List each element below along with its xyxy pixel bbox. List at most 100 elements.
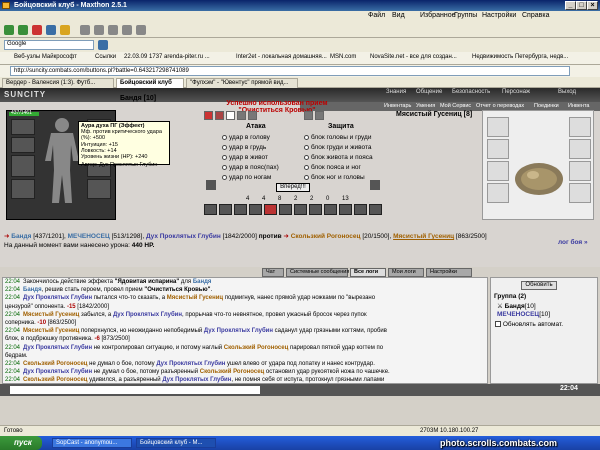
chat-name[interactable]: Дух Проклятых Глубин — [23, 295, 92, 301]
search-input[interactable]: Google — [4, 40, 94, 50]
trick-icon[interactable] — [339, 204, 352, 215]
mail-icon[interactable] — [108, 25, 118, 35]
chat-name[interactable]: -15 — [67, 304, 76, 310]
fav-link[interactable]: NovaSite.net - все для создан... — [370, 54, 457, 60]
stop-icon[interactable] — [32, 25, 42, 35]
chat-name[interactable]: "Очиститься Кровью" — [144, 287, 210, 293]
team2-player[interactable]: Мясистый Гусениц — [393, 233, 454, 240]
chat-name[interactable]: -10 — [37, 320, 46, 326]
defense-option[interactable]: блок головы и груди — [304, 133, 373, 143]
team1-player[interactable]: МЕЧЕНОСЕЦ — [68, 233, 110, 240]
close-button[interactable]: × — [587, 1, 598, 10]
nav-knowledge[interactable]: Знания — [386, 89, 406, 95]
taskbar-item[interactable]: SopCast - anonymou... — [52, 438, 132, 448]
address-input[interactable]: http://suncity.combats.com/buttons.pl?ba… — [10, 66, 570, 76]
attack-option[interactable]: удар в голову — [222, 133, 279, 143]
trick-icon[interactable] — [204, 204, 217, 215]
tab-my-logs[interactable]: Мои логи — [388, 268, 424, 277]
radio-icon[interactable] — [304, 174, 309, 180]
trick-icon[interactable] — [369, 204, 382, 215]
chat-name[interactable]: Мясистый Гусениц — [23, 328, 79, 334]
group-member[interactable]: МЕЧЕНОСЕЦ[10] — [497, 311, 550, 318]
trick-icon[interactable] — [219, 204, 232, 215]
member-name[interactable]: МЕЧЕНОСЕЦ — [497, 311, 539, 318]
chat-name[interactable]: Дух Проклятых Глубин — [204, 328, 273, 334]
subnav-skills[interactable]: Умения — [416, 103, 435, 109]
chat-name[interactable]: Дух Проклятых Глубин — [113, 312, 182, 318]
member-name[interactable]: Бандя — [505, 303, 525, 310]
attack-option[interactable]: удар в живот — [222, 153, 279, 163]
trick-icon[interactable] — [324, 204, 337, 215]
go-button[interactable]: Вперед!!! — [276, 183, 310, 192]
start-button[interactable]: пуск — [0, 436, 42, 450]
player2-name[interactable]: Мясистый Гусениц [8] — [396, 111, 472, 118]
chat-name[interactable]: Дух Проклятых Глубин — [156, 361, 225, 367]
chat-name[interactable]: Скользкий Рогоносец — [224, 345, 288, 351]
radio-icon[interactable] — [222, 154, 227, 160]
chat-name[interactable]: Дух Проклятых Глубин — [23, 369, 92, 375]
equip-slot[interactable] — [11, 119, 35, 135]
chat-name[interactable]: Бандя — [23, 287, 42, 293]
effect-icon[interactable] — [304, 111, 313, 120]
forward-icon[interactable] — [18, 25, 28, 35]
checkbox[interactable] — [495, 321, 501, 328]
effect-icon[interactable] — [226, 111, 235, 120]
tab-settings[interactable]: Настройки — [426, 268, 472, 277]
menu-favorites[interactable]: Избранное — [420, 12, 455, 19]
equip-slot[interactable] — [487, 183, 509, 203]
browser-tab-active[interactable]: Бойцовский клуб — [116, 78, 184, 88]
battle-log-link[interactable]: лог боя » — [558, 239, 588, 246]
defense-option[interactable]: блок пояса и ног — [304, 163, 373, 173]
chat-name[interactable]: Мясистый Гусениц — [23, 312, 79, 318]
attack-option[interactable]: удар по ногам — [222, 173, 279, 183]
defense-option[interactable]: блок груди и живота — [304, 143, 373, 153]
chat-name[interactable]: Скользкий Рогоносец — [23, 377, 87, 383]
equip-slot[interactable] — [11, 179, 35, 199]
subnav-transfers[interactable]: Отчет о переводах — [476, 103, 524, 109]
subnav-battles[interactable]: Поединки — [534, 103, 559, 109]
trick-icon[interactable] — [264, 204, 277, 215]
equip-slot[interactable] — [11, 155, 35, 177]
nav-character[interactable]: Персонаж — [502, 89, 530, 95]
equip-slot[interactable] — [569, 117, 591, 137]
chat-input[interactable] — [10, 386, 260, 394]
refresh-icon[interactable] — [46, 25, 56, 35]
team2-player[interactable]: Скользкий Рогоносец — [291, 233, 361, 240]
radio-icon[interactable] — [304, 154, 309, 160]
chat-name[interactable]: Скользкий Рогоносец — [200, 369, 264, 375]
defense-option[interactable]: блок ног и головы — [304, 173, 373, 183]
nav-exit[interactable]: Выход — [558, 89, 576, 95]
fav-link[interactable]: Ссылки — [95, 54, 116, 60]
browser-tab[interactable]: Вердер - Валенсия (1:3). Футб... — [2, 78, 114, 88]
equip-slot[interactable] — [487, 161, 509, 181]
team1-player[interactable]: Бандя — [11, 233, 31, 240]
radio-icon[interactable] — [222, 164, 227, 170]
trick-icon[interactable] — [309, 204, 322, 215]
defense-option[interactable]: блок живота и пояса — [304, 153, 373, 163]
attack-option[interactable]: удар в грудь — [222, 143, 279, 153]
search-icon[interactable] — [98, 40, 108, 50]
fav-link[interactable]: Inter2et - локальная домашняя... — [236, 54, 327, 60]
auto-update-option[interactable]: Обновлять автомат. — [495, 321, 563, 328]
radio-icon[interactable] — [304, 134, 309, 140]
tools-icon[interactable] — [136, 25, 146, 35]
taskbar-item[interactable]: Бойцовский клуб - M... — [136, 438, 216, 448]
trick-icon[interactable] — [249, 204, 262, 215]
radio-icon[interactable] — [222, 134, 227, 140]
team1-player[interactable]: Дух Проклятых Глубин — [146, 233, 221, 240]
effect-icon[interactable] — [204, 111, 213, 120]
favorites-icon[interactable] — [80, 25, 90, 35]
group-member[interactable]: ⚔ Бандя[10] — [497, 302, 536, 310]
print-icon[interactable] — [122, 25, 132, 35]
fav-link[interactable]: 22.03.09 1737 arenda-piter.ru ... — [124, 54, 210, 60]
minimize-button[interactable]: _ — [565, 1, 576, 10]
subnav-inventory[interactable]: Инвентарь — [384, 103, 411, 109]
fav-link[interactable]: Недвижимость Петербурга, недв... — [472, 54, 568, 60]
subnav-service[interactable]: Мой Сервис — [440, 103, 471, 109]
menu-file[interactable]: Файл — [368, 12, 385, 19]
effect-icon[interactable] — [237, 111, 246, 120]
attack-option[interactable]: удар в пояс(пах) — [222, 163, 279, 173]
home-icon[interactable] — [60, 25, 70, 35]
equip-slot[interactable] — [87, 179, 111, 199]
maximize-button[interactable]: □ — [576, 1, 587, 10]
